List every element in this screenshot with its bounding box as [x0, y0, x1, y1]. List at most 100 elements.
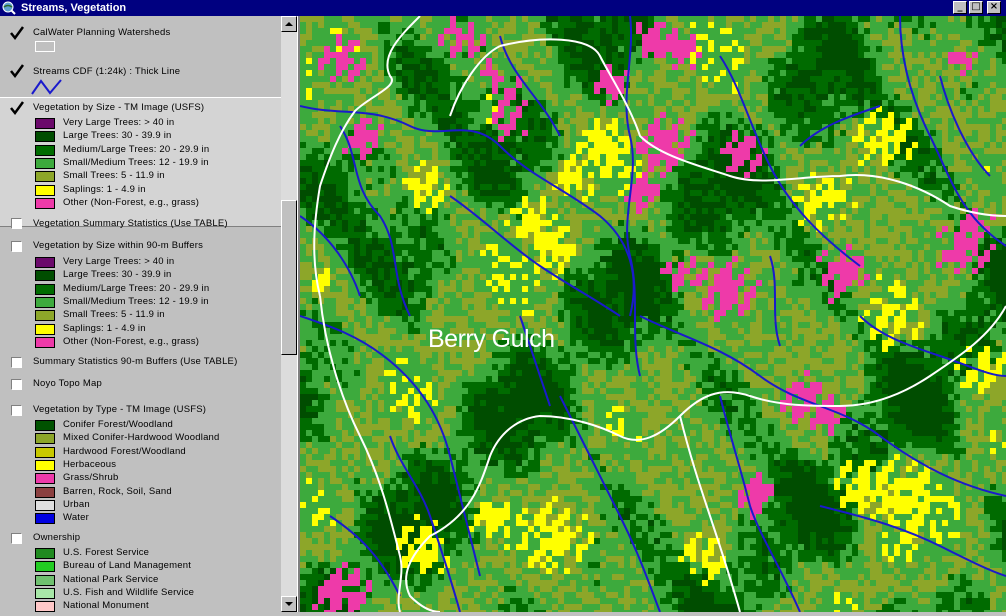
theme-name: Summary Statistics 90-m Buffers (Use TAB…	[33, 356, 238, 367]
legend-color-swatch[interactable]	[35, 197, 55, 209]
theme-streams[interactable]: Streams CDF (1:24k) : Thick Line	[0, 60, 281, 96]
arcview-globe-icon	[2, 1, 16, 15]
theme-name: Vegetation Summary Statistics (Use TABLE…	[33, 218, 228, 229]
legend-color-swatch[interactable]	[35, 296, 55, 308]
maximize-icon: □	[971, 1, 981, 12]
legend-class-label: Small/Medium Trees: 12 - 19.9 in	[63, 156, 209, 168]
legend-color-swatch[interactable]	[35, 601, 55, 612]
legend-class-label: Other (Non-Forest, e.g., grass)	[63, 196, 200, 208]
legend-class-label: Urban	[63, 498, 90, 510]
legend-color-swatch[interactable]	[35, 283, 55, 295]
theme-checkbox[interactable]	[11, 405, 22, 416]
legend-class-label: Large Trees: 30 - 39.9 in	[63, 269, 172, 281]
legend-class-label: Saplings: 1 - 4.9 in	[63, 322, 146, 334]
stream-line-symbol	[31, 79, 62, 95]
theme-vegetation-by-size[interactable]: Vegetation by Size - TM Image (USFS) Ver…	[0, 97, 281, 227]
theme-checkbox[interactable]	[11, 218, 22, 229]
legend-class-label: Bureau of Land Management	[63, 560, 192, 572]
theme-calwater-watersheds[interactable]: CalWater Planning Watersheds	[0, 22, 281, 58]
legend-class-label: U.S. Forest Service	[63, 547, 150, 558]
legend-class-label: Very Large Trees: > 40 in	[63, 117, 175, 128]
theme-checkbox[interactable]	[11, 241, 22, 252]
theme-checkbox[interactable]	[10, 101, 25, 116]
map-view[interactable]: Berry Gulch	[300, 16, 1006, 612]
legend-color-swatch[interactable]	[35, 561, 55, 573]
legend-class-label: Very Large Trees: > 40 in	[63, 256, 175, 267]
legend-class-label: Conifer Forest/Woodland	[63, 419, 174, 430]
theme-name: Streams CDF (1:24k) : Thick Line	[33, 66, 181, 77]
legend-panel: CalWater Planning Watersheds Streams CDF…	[0, 16, 281, 612]
legend-color-swatch[interactable]	[35, 513, 55, 525]
legend-color-swatch[interactable]	[35, 131, 55, 143]
legend-class-label: U.S. Fish and Wildlife Service	[63, 586, 195, 598]
theme-name: Ownership	[33, 532, 81, 543]
legend-color-swatch[interactable]	[35, 118, 55, 129]
legend-color-swatch[interactable]	[35, 310, 55, 322]
legend-color-swatch[interactable]	[35, 270, 55, 282]
vegetation-raster-map[interactable]	[300, 16, 1006, 612]
theme-checkbox[interactable]	[11, 357, 22, 368]
legend-color-swatch[interactable]	[35, 184, 55, 196]
theme-name: Vegetation by Type - TM Image (USFS)	[33, 404, 207, 415]
legend-class-label: Medium/Large Trees: 20 - 29.9 in	[63, 143, 210, 155]
scroll-thumb[interactable]	[281, 200, 297, 355]
theme-checkbox[interactable]	[11, 379, 22, 390]
legend-color-swatch[interactable]	[35, 323, 55, 335]
legend-color-swatch[interactable]	[35, 446, 55, 458]
legend-color-swatch[interactable]	[35, 157, 55, 169]
theme-ownership[interactable]: Ownership U.S. Forest Service Bureau of L…	[0, 530, 281, 612]
legend-color-swatch[interactable]	[35, 144, 55, 156]
title-bar: Streams, Vegetation _ □ ×	[0, 0, 1006, 16]
theme-vegetation-summary-stats[interactable]: Vegetation Summary Statistics (Use TABLE…	[0, 216, 281, 236]
theme-vegetation-buffers[interactable]: Vegetation by Size within 90-m Buffers V…	[0, 238, 281, 350]
checkmark-icon	[10, 26, 25, 41]
legend-class-label: Barren, Rock, Soil, Sand	[63, 485, 172, 497]
legend-class-label: Herbaceous	[63, 458, 117, 470]
map-place-label: Berry Gulch	[428, 325, 555, 353]
theme-checkbox[interactable]	[10, 26, 25, 41]
legend-color-swatch[interactable]	[35, 548, 55, 559]
window-title: Streams, Vegetation	[21, 2, 127, 14]
close-button[interactable]: ×	[987, 1, 1001, 14]
legend-color-swatch[interactable]	[35, 257, 55, 268]
legend-color-swatch[interactable]	[35, 587, 55, 599]
legend-class-label: National Monument	[63, 600, 149, 612]
scroll-down-button[interactable]	[281, 596, 297, 612]
maximize-button[interactable]: □	[969, 1, 983, 14]
legend-class-label: Saplings: 1 - 4.9 in	[63, 183, 146, 195]
minimize-button[interactable]: _	[953, 1, 967, 14]
legend-class-label: National Park Service	[63, 573, 159, 585]
theme-name: Vegetation by Size within 90-m Buffers	[33, 240, 204, 251]
theme-name: Vegetation by Size - TM Image (USFS)	[33, 102, 205, 113]
legend-class-label: Large Trees: 30 - 39.9 in	[63, 130, 172, 142]
legend-class-label: Medium/Large Trees: 20 - 29.9 in	[63, 282, 210, 294]
raster-cells	[300, 16, 1006, 612]
checkmark-icon	[10, 64, 25, 79]
legend-color-swatch[interactable]	[35, 486, 55, 498]
arrow-up-icon	[285, 22, 293, 26]
minimize-icon: _	[957, 1, 963, 12]
theme-checkbox[interactable]	[10, 64, 25, 79]
legend-color-swatch[interactable]	[35, 459, 55, 471]
theme-buffer-summary-stats[interactable]: Summary Statistics 90-m Buffers (Use TAB…	[0, 354, 281, 374]
legend-color-swatch[interactable]	[35, 574, 55, 586]
legend-class-label: Grass/Shrub	[63, 472, 119, 484]
legend-color-swatch[interactable]	[35, 171, 55, 183]
theme-checkbox[interactable]	[11, 533, 22, 544]
scroll-up-button[interactable]	[281, 16, 297, 32]
checkmark-icon	[10, 101, 25, 116]
legend-class-label: Small Trees: 5 - 11.9 in	[63, 309, 165, 321]
theme-name: Noyo Topo Map	[33, 378, 102, 389]
theme-noyo-topo-map[interactable]: Noyo Topo Map	[0, 376, 281, 396]
legend-color-swatch[interactable]	[35, 499, 55, 511]
legend-color-swatch[interactable]	[35, 336, 55, 348]
legend-class-label: Small/Medium Trees: 12 - 19.9 in	[63, 295, 209, 307]
close-icon: ×	[989, 1, 999, 12]
theme-vegetation-by-type[interactable]: Vegetation by Type - TM Image (USFS) Con…	[0, 402, 281, 526]
arrow-down-icon	[285, 602, 293, 606]
legend-color-swatch[interactable]	[35, 433, 55, 445]
legend-color-swatch[interactable]	[35, 473, 55, 485]
legend-scrollbar[interactable]	[281, 16, 297, 612]
watershed-outline-symbol	[35, 41, 55, 52]
legend-color-swatch[interactable]	[35, 420, 55, 431]
